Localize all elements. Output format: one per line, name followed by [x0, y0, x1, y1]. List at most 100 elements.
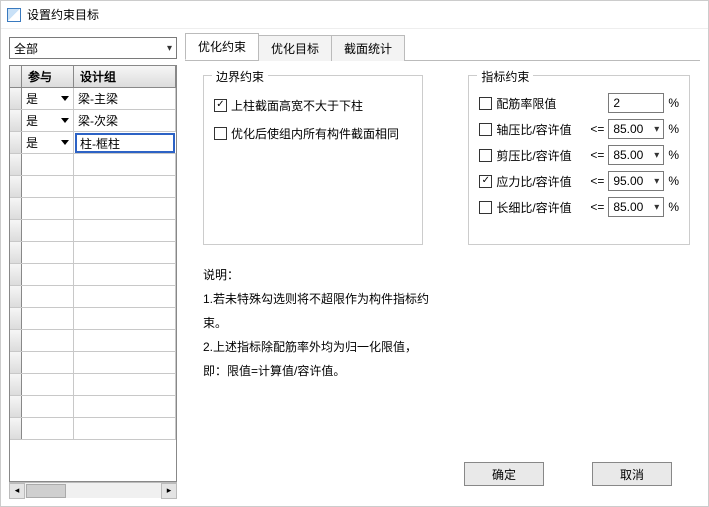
scroll-track[interactable] [25, 483, 161, 499]
filter-value: 全部 [14, 40, 38, 57]
checkbox-icon[interactable] [479, 149, 492, 162]
row-handle[interactable] [10, 396, 22, 417]
row-handle[interactable] [10, 176, 22, 197]
row-handle[interactable] [10, 308, 22, 329]
tab-optimize-constraint[interactable]: 优化约束 [185, 33, 259, 60]
table-row[interactable] [10, 242, 176, 264]
cell-group[interactable]: 梁-次梁 [74, 110, 176, 131]
table-body: 是 梁-主梁 是 梁-次梁 [10, 88, 176, 481]
rule2-row[interactable]: 优化后使组内所有构件截面相同 [214, 122, 412, 144]
cell-group-editing[interactable]: 柱-框柱 [75, 133, 175, 153]
chevron-down-icon [61, 118, 69, 123]
table-row[interactable] [10, 418, 176, 440]
chevron-down-icon: ▾ [167, 43, 172, 54]
tab-bar: 优化约束 优化目标 截面统计 [185, 37, 700, 61]
unit-percent: % [668, 122, 679, 136]
op: <= [590, 148, 604, 162]
tab-optimize-goal[interactable]: 优化目标 [258, 35, 332, 61]
col-header-group[interactable]: 设计组 [74, 66, 176, 87]
row-handle[interactable] [10, 242, 22, 263]
table-row[interactable] [10, 396, 176, 418]
checkbox-icon[interactable]: ✓ [479, 175, 492, 188]
ok-button[interactable]: 确定 [464, 462, 544, 486]
scroll-left-button[interactable]: ◂ [9, 483, 25, 499]
op: <= [590, 200, 604, 214]
metric-label: 配筋率限值 [496, 95, 586, 112]
table-row[interactable]: 是 梁-主梁 [10, 88, 176, 110]
table-row[interactable] [10, 374, 176, 396]
table-row[interactable] [10, 308, 176, 330]
op: <= [590, 174, 604, 188]
reinforcement-input[interactable]: 2 [608, 93, 664, 113]
notes-header: 说明： [203, 263, 444, 287]
checkbox-icon[interactable] [479, 97, 492, 110]
checkbox-icon[interactable]: ✓ [214, 99, 227, 112]
col-header-participate[interactable]: 参与 [22, 66, 74, 87]
checkbox-icon[interactable] [479, 123, 492, 136]
dialog-body: 全部 ▾ 参与 设计组 是 [1, 29, 708, 506]
slender-dropdown[interactable]: 85.00 ▾ [608, 197, 664, 217]
table-row[interactable] [10, 330, 176, 352]
cancel-button[interactable]: 取消 [592, 462, 672, 486]
table-row[interactable]: 是 柱-框柱 [10, 132, 176, 154]
row-handle[interactable] [10, 330, 22, 351]
op: <= [590, 122, 604, 136]
checkbox-icon[interactable] [214, 127, 227, 140]
cell-participate[interactable]: 是 [22, 132, 74, 153]
dialog-footer: 确定 取消 [185, 458, 700, 498]
tab-section-stats[interactable]: 截面统计 [331, 35, 405, 61]
table-row[interactable] [10, 286, 176, 308]
row-handle[interactable] [10, 352, 22, 373]
row-handle[interactable] [10, 220, 22, 241]
rule1-row[interactable]: ✓ 上柱截面高宽不大于下柱 [214, 94, 412, 116]
table-row[interactable] [10, 264, 176, 286]
row-handle[interactable] [10, 110, 22, 131]
metric-stress: ✓ 应力比/容许值 <= 95.00 ▾ % [479, 170, 679, 192]
row-handle-header [10, 66, 22, 87]
row-handle[interactable] [10, 286, 22, 307]
boundary-group: 边界约束 ✓ 上柱截面高宽不大于下柱 优化后使组内所有构件截面相同 [203, 75, 423, 245]
metric-axial: 轴压比/容许值 <= 85.00 ▾ % [479, 118, 679, 140]
metric-group: 指标约束 配筋率限值 2 % 轴压比/容许值 <= 85.00 [468, 75, 690, 245]
table-row[interactable] [10, 154, 176, 176]
stress-dropdown[interactable]: 95.00 ▾ [608, 171, 664, 191]
metric-label: 剪压比/容许值 [496, 147, 586, 164]
note-1: 1.若未特殊勾选则将不超限作为构件指标约束。 [203, 287, 444, 335]
design-group-table: 参与 设计组 是 梁-主梁 [9, 65, 177, 482]
cell-text: 梁-次梁 [78, 112, 118, 129]
row-handle[interactable] [10, 132, 22, 153]
cell-participate[interactable]: 是 [22, 110, 74, 131]
table-row[interactable] [10, 198, 176, 220]
table-row[interactable] [10, 352, 176, 374]
row-handle[interactable] [10, 198, 22, 219]
cell-participate[interactable]: 是 [22, 88, 74, 109]
unit-percent: % [668, 174, 679, 188]
filter-combo[interactable]: 全部 ▾ [9, 37, 177, 59]
scroll-right-button[interactable]: ▸ [161, 483, 177, 499]
unit-percent: % [668, 200, 679, 214]
table-row[interactable]: 是 梁-次梁 [10, 110, 176, 132]
cell-text: 梁-主梁 [78, 90, 118, 107]
table-header: 参与 设计组 [10, 66, 176, 88]
cell-group[interactable]: 梁-主梁 [74, 88, 176, 109]
notes-block: 说明： 1.若未特殊勾选则将不超限作为构件指标约束。 2.上述指标除配筋率外均为… [203, 263, 444, 383]
chevron-down-icon: ▾ [654, 176, 659, 187]
horizontal-scrollbar[interactable]: ◂ ▸ [9, 482, 177, 498]
row-handle[interactable] [10, 264, 22, 285]
row-handle[interactable] [10, 154, 22, 175]
table-row[interactable] [10, 176, 176, 198]
cell-text: 是 [26, 90, 38, 107]
checkbox-icon[interactable] [479, 201, 492, 214]
metric-reinforcement: 配筋率限值 2 % [479, 92, 679, 114]
titlebar: 设置约束目标 [1, 1, 708, 29]
row-handle[interactable] [10, 88, 22, 109]
row-handle[interactable] [10, 374, 22, 395]
scroll-thumb[interactable] [26, 484, 66, 498]
axial-dropdown[interactable]: 85.00 ▾ [608, 119, 664, 139]
boundary-legend: 边界约束 [212, 68, 268, 85]
rule1-label: 上柱截面高宽不大于下柱 [231, 97, 363, 114]
table-row[interactable] [10, 220, 176, 242]
shear-dropdown[interactable]: 85.00 ▾ [608, 145, 664, 165]
row-handle[interactable] [10, 418, 22, 439]
unit-percent: % [668, 148, 679, 162]
